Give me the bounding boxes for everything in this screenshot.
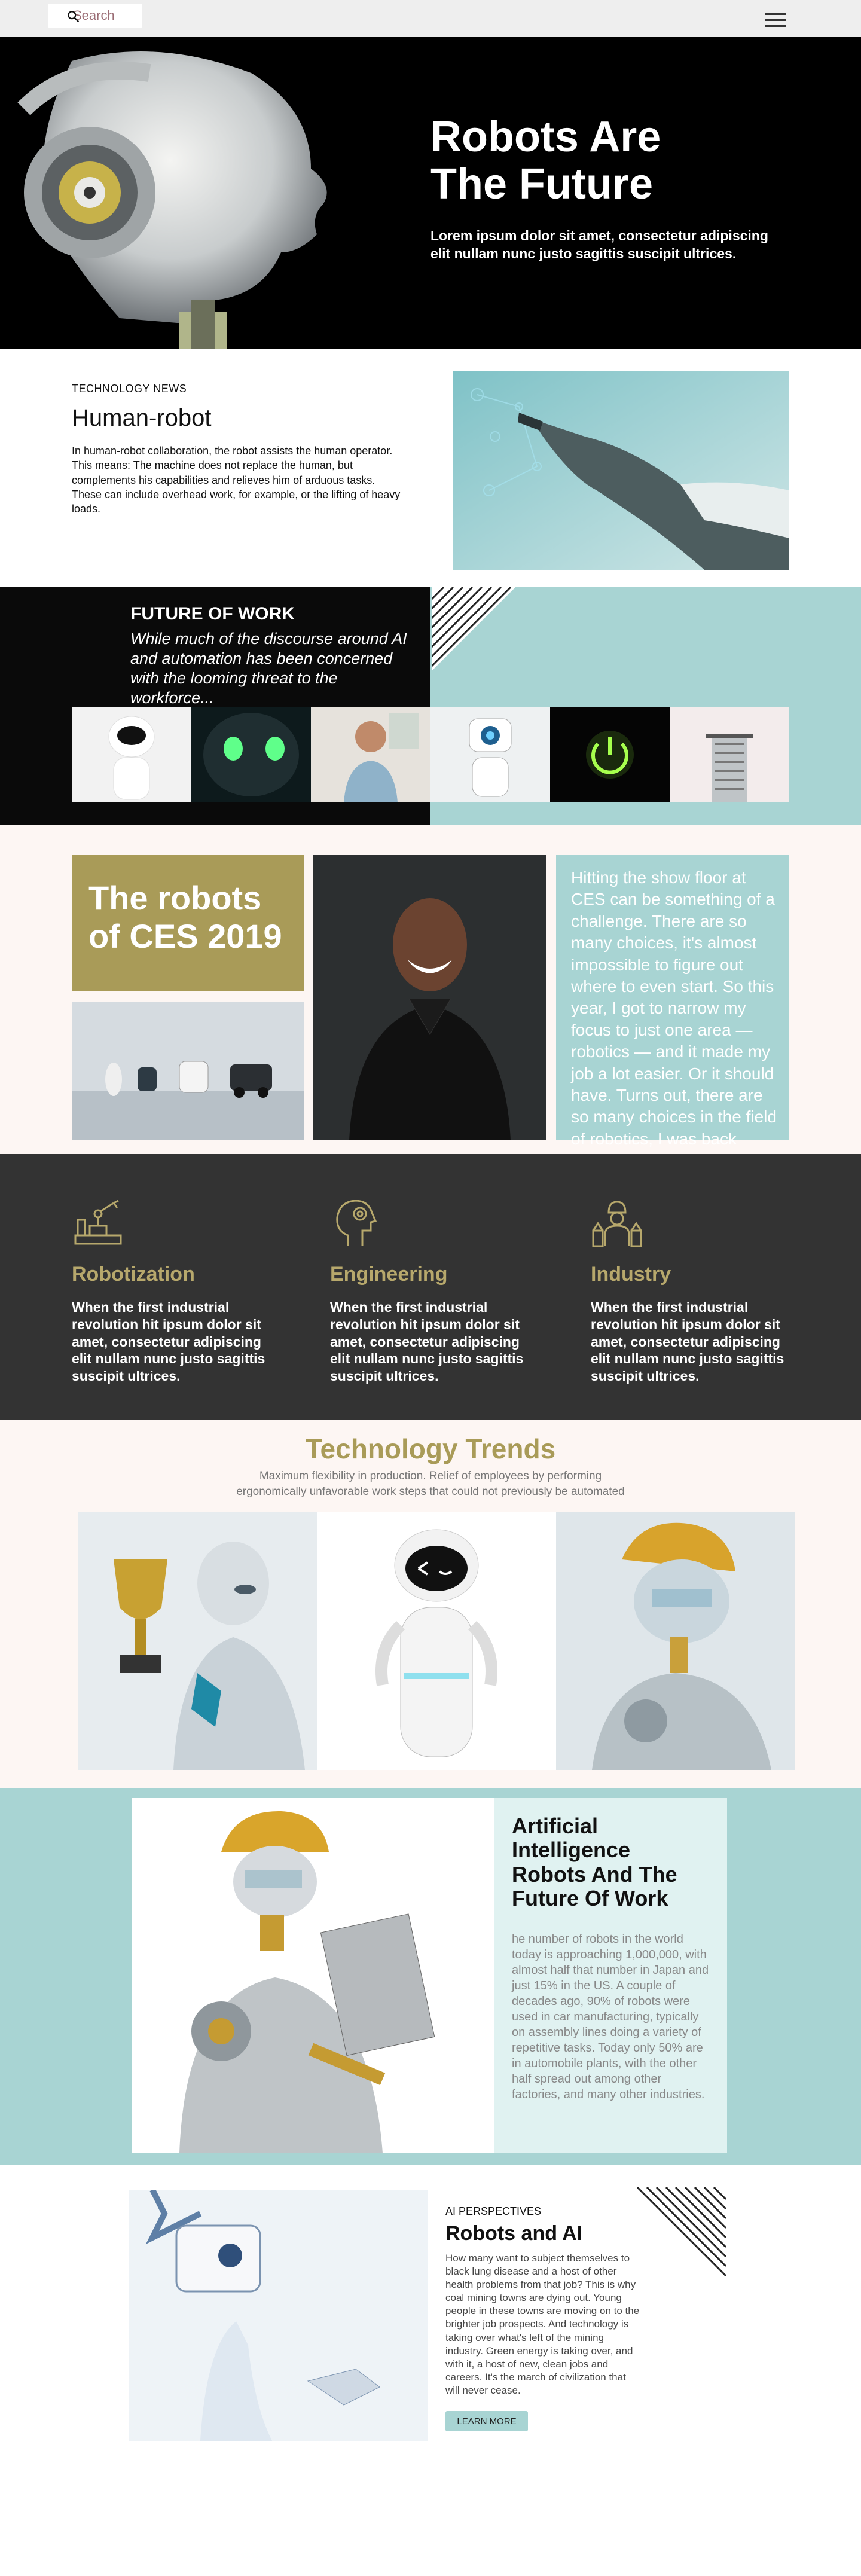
ces-text: Hitting the show floor at CES can be som… bbox=[571, 868, 777, 1170]
news-body: In human-robot collaboration, the robot … bbox=[72, 445, 401, 515]
head-gear-icon bbox=[336, 1200, 377, 1246]
green-eyed-robot-tile bbox=[191, 707, 311, 802]
blue-eyed-robot-tile bbox=[430, 707, 550, 802]
robots-ai-title: Robots and AI bbox=[445, 2222, 583, 2245]
future-of-work-subtitle: While much of the discourse around AI an… bbox=[130, 630, 407, 707]
hero-subtitle: Lorem ipsum dolor sit amet, consectetur … bbox=[430, 228, 768, 261]
power-button-tile bbox=[550, 707, 670, 802]
diagonal-stripes-decoration bbox=[432, 587, 515, 671]
ai-feature-body: he number of robots in the world today i… bbox=[512, 1933, 709, 2101]
feature-title-robotization: Robotization bbox=[72, 1263, 195, 1286]
robot-hand-image bbox=[453, 371, 789, 570]
news-tag: TECHNOLOGY NEWS bbox=[72, 383, 187, 395]
robot-with-clipboard-image bbox=[132, 1798, 494, 2153]
future-of-work-title: FUTURE OF WORK bbox=[130, 604, 295, 624]
news-title: Human-robot bbox=[72, 405, 212, 431]
learn-more-button[interactable]: LEARN MORE bbox=[445, 2411, 528, 2431]
robotic-arm-icon bbox=[74, 1200, 122, 1245]
hero-title: Robots Are The Future bbox=[430, 113, 661, 209]
robot-arm-hand-image bbox=[129, 2190, 428, 2441]
ai-feature-title: Artificial Intelligence Robots And The F… bbox=[512, 1814, 677, 1910]
hero-robot-head-image bbox=[0, 37, 359, 349]
feature-title-engineering: Engineering bbox=[330, 1263, 448, 1286]
robot-with-trophy-image bbox=[78, 1512, 317, 1770]
feature-body-industry: When the first industrial revolution hit… bbox=[591, 1299, 784, 1384]
robot-hardhat-image bbox=[556, 1512, 795, 1770]
white-robot-tile bbox=[72, 707, 191, 802]
trends-title: Technology Trends bbox=[305, 1433, 556, 1464]
feature-body-robotization: When the first industrial revolution hit… bbox=[72, 1299, 265, 1384]
robots-ai-tag: AI PERSPECTIVES bbox=[445, 2205, 542, 2217]
diagonal-stripes-decoration bbox=[637, 2187, 726, 2276]
hamburger-menu-icon[interactable] bbox=[765, 13, 786, 29]
white-service-robot-image bbox=[317, 1512, 556, 1770]
feature-body-engineering: When the first industrial revolution hit… bbox=[330, 1299, 524, 1384]
search-input[interactable]: Search bbox=[48, 4, 142, 28]
small-robots-image bbox=[72, 1002, 304, 1140]
factory-worker-icon bbox=[592, 1201, 642, 1247]
robots-ai-body: How many want to subject themselves to b… bbox=[445, 2253, 640, 2396]
ces-title: The robots of CES 2019 bbox=[88, 879, 282, 956]
smiling-man-portrait bbox=[313, 855, 546, 1140]
trends-subtitle: Maximum flexibility in production. Relie… bbox=[236, 1470, 625, 1498]
man-smiling-tile bbox=[311, 707, 430, 802]
search-icon bbox=[68, 11, 80, 23]
feature-title-industry: Industry bbox=[591, 1263, 671, 1286]
building-tile bbox=[670, 707, 789, 802]
